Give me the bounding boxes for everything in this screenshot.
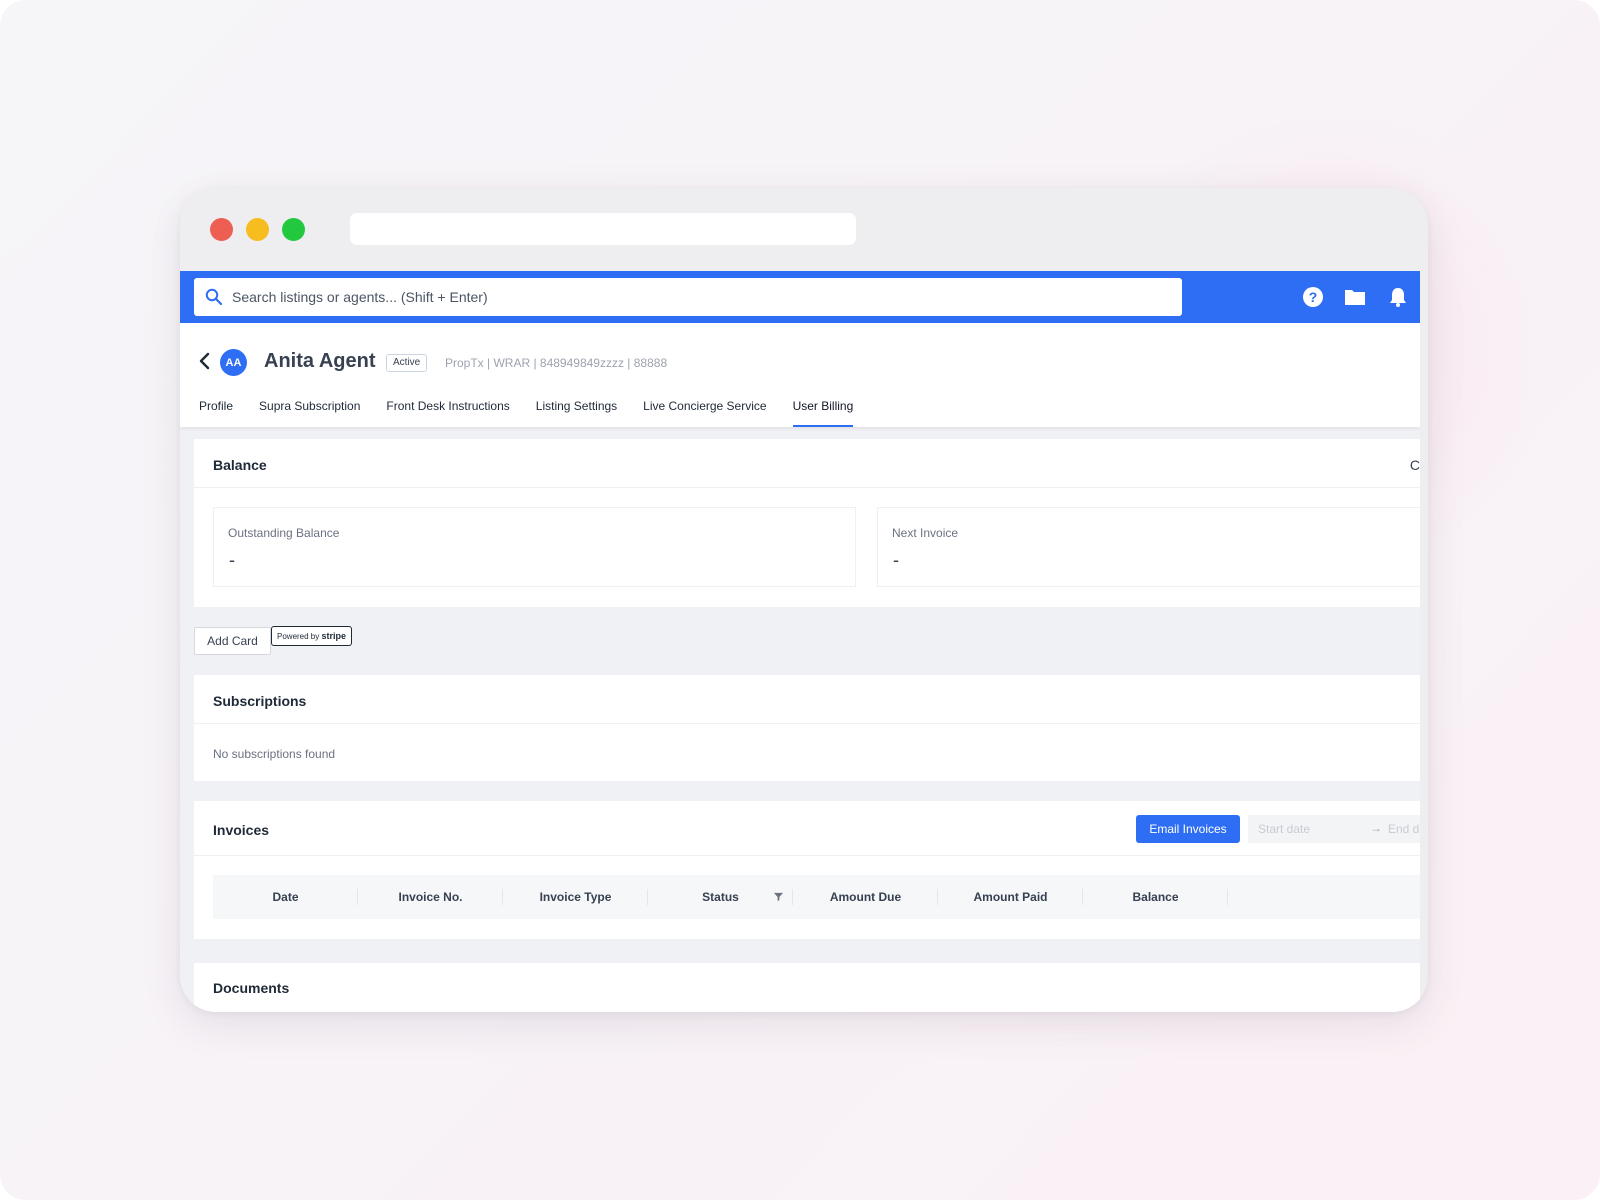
address-bar[interactable] bbox=[350, 213, 856, 245]
add-card-button[interactable]: Add Card bbox=[194, 627, 271, 655]
outstanding-balance-label: Outstanding Balance bbox=[228, 526, 340, 540]
avatar: AA bbox=[220, 349, 247, 376]
app-viewport: ? AA Anita Agent Activ bbox=[180, 271, 1420, 1012]
column-header-invoice-type[interactable]: Invoice Type bbox=[503, 875, 648, 919]
date-range-picker[interactable]: → bbox=[1248, 815, 1420, 843]
invoices-title: Invoices bbox=[213, 822, 270, 838]
subscriptions-title: Subscriptions bbox=[213, 693, 307, 709]
status-badge: Active bbox=[386, 354, 428, 372]
next-invoice-value: - bbox=[893, 550, 899, 570]
column-header-label: Invoice No. bbox=[398, 890, 463, 904]
tab-listing-settings[interactable]: Listing Settings bbox=[536, 389, 617, 427]
tab-profile[interactable]: Profile bbox=[199, 389, 233, 427]
search-icon bbox=[205, 288, 223, 306]
date-range-arrow-icon: → bbox=[1370, 821, 1382, 835]
outstanding-balance-box: Outstanding Balance - bbox=[213, 507, 856, 587]
stripe-prefix: Powered by bbox=[277, 632, 320, 641]
balance-title: Balance bbox=[213, 457, 267, 473]
balance-card: Balance C Outstanding Balance - Next Inv… bbox=[194, 439, 1420, 607]
minimize-window-button[interactable] bbox=[246, 218, 269, 241]
bell-icon[interactable] bbox=[1388, 286, 1408, 308]
maximize-window-button[interactable] bbox=[282, 218, 305, 241]
end-date-input[interactable] bbox=[1388, 815, 1420, 843]
powered-by-stripe-badge: Powered by stripe bbox=[271, 626, 352, 646]
column-header-label: Amount Paid bbox=[973, 890, 1048, 904]
subscriptions-empty-message: No subscriptions found bbox=[213, 747, 336, 761]
divider bbox=[194, 723, 1420, 724]
column-header-label: Date bbox=[272, 890, 299, 904]
next-invoice-box: Next Invoice - bbox=[877, 507, 1420, 587]
top-icons: ? bbox=[1300, 271, 1420, 323]
browser-window: ? AA Anita Agent Activ bbox=[180, 188, 1428, 1012]
column-header-label: Amount Due bbox=[829, 890, 902, 904]
svg-text:?: ? bbox=[1309, 289, 1318, 305]
column-header-label: Balance bbox=[1132, 890, 1179, 904]
column-header-amount-paid[interactable]: Amount Paid bbox=[938, 875, 1083, 919]
start-date-input[interactable] bbox=[1258, 815, 1358, 843]
tab-bar: Profile Supra Subscription Front Desk In… bbox=[199, 389, 879, 427]
agent-header: AA Anita Agent Active PropTx | WRAR | 84… bbox=[180, 323, 1420, 427]
folder-icon[interactable] bbox=[1344, 287, 1366, 307]
email-invoices-button[interactable]: Email Invoices bbox=[1136, 815, 1240, 843]
column-header-label: Status bbox=[702, 890, 739, 904]
agent-meta: PropTx | WRAR | 848949849zzzz | 88888 bbox=[445, 356, 668, 370]
subscriptions-card: Subscriptions No subscriptions found bbox=[194, 675, 1420, 781]
column-header-balance[interactable]: Balance bbox=[1083, 875, 1228, 919]
tab-user-billing[interactable]: User Billing bbox=[792, 389, 853, 427]
documents-card: Documents bbox=[194, 963, 1420, 1012]
divider bbox=[194, 487, 1420, 488]
balance-header-action[interactable]: C bbox=[1410, 457, 1420, 473]
page-background: ? AA Anita Agent Activ bbox=[0, 0, 1600, 1200]
filter-icon[interactable] bbox=[774, 892, 783, 901]
tab-live-concierge-service[interactable]: Live Concierge Service bbox=[643, 389, 766, 427]
invoices-card: Invoices Email Invoices → Date Invoice N… bbox=[194, 801, 1420, 939]
next-invoice-label: Next Invoice bbox=[892, 526, 959, 540]
column-header-label: Invoice Type bbox=[539, 890, 612, 904]
tab-supra-subscription[interactable]: Supra Subscription bbox=[259, 389, 360, 427]
title-bar bbox=[180, 188, 1428, 271]
column-header-invoice-no[interactable]: Invoice No. bbox=[358, 875, 503, 919]
help-icon[interactable]: ? bbox=[1302, 286, 1324, 308]
close-window-button[interactable] bbox=[210, 218, 233, 241]
top-bar: ? bbox=[180, 271, 1420, 323]
tab-front-desk-instructions[interactable]: Front Desk Instructions bbox=[386, 389, 509, 427]
back-arrow-icon[interactable] bbox=[198, 352, 212, 370]
search-bar[interactable] bbox=[194, 278, 1182, 316]
search-input[interactable] bbox=[232, 289, 1132, 305]
outstanding-balance-value: - bbox=[229, 550, 235, 570]
stripe-brand: stripe bbox=[321, 631, 346, 641]
column-header-amount-due[interactable]: Amount Due bbox=[793, 875, 938, 919]
column-header-status[interactable]: Status bbox=[648, 875, 793, 919]
divider bbox=[194, 855, 1420, 856]
agent-name: Anita Agent bbox=[264, 350, 376, 372]
invoices-table-header: Date Invoice No. Invoice Type Status Amo… bbox=[213, 875, 1420, 919]
documents-title: Documents bbox=[213, 980, 290, 996]
column-header-date[interactable]: Date bbox=[213, 875, 358, 919]
